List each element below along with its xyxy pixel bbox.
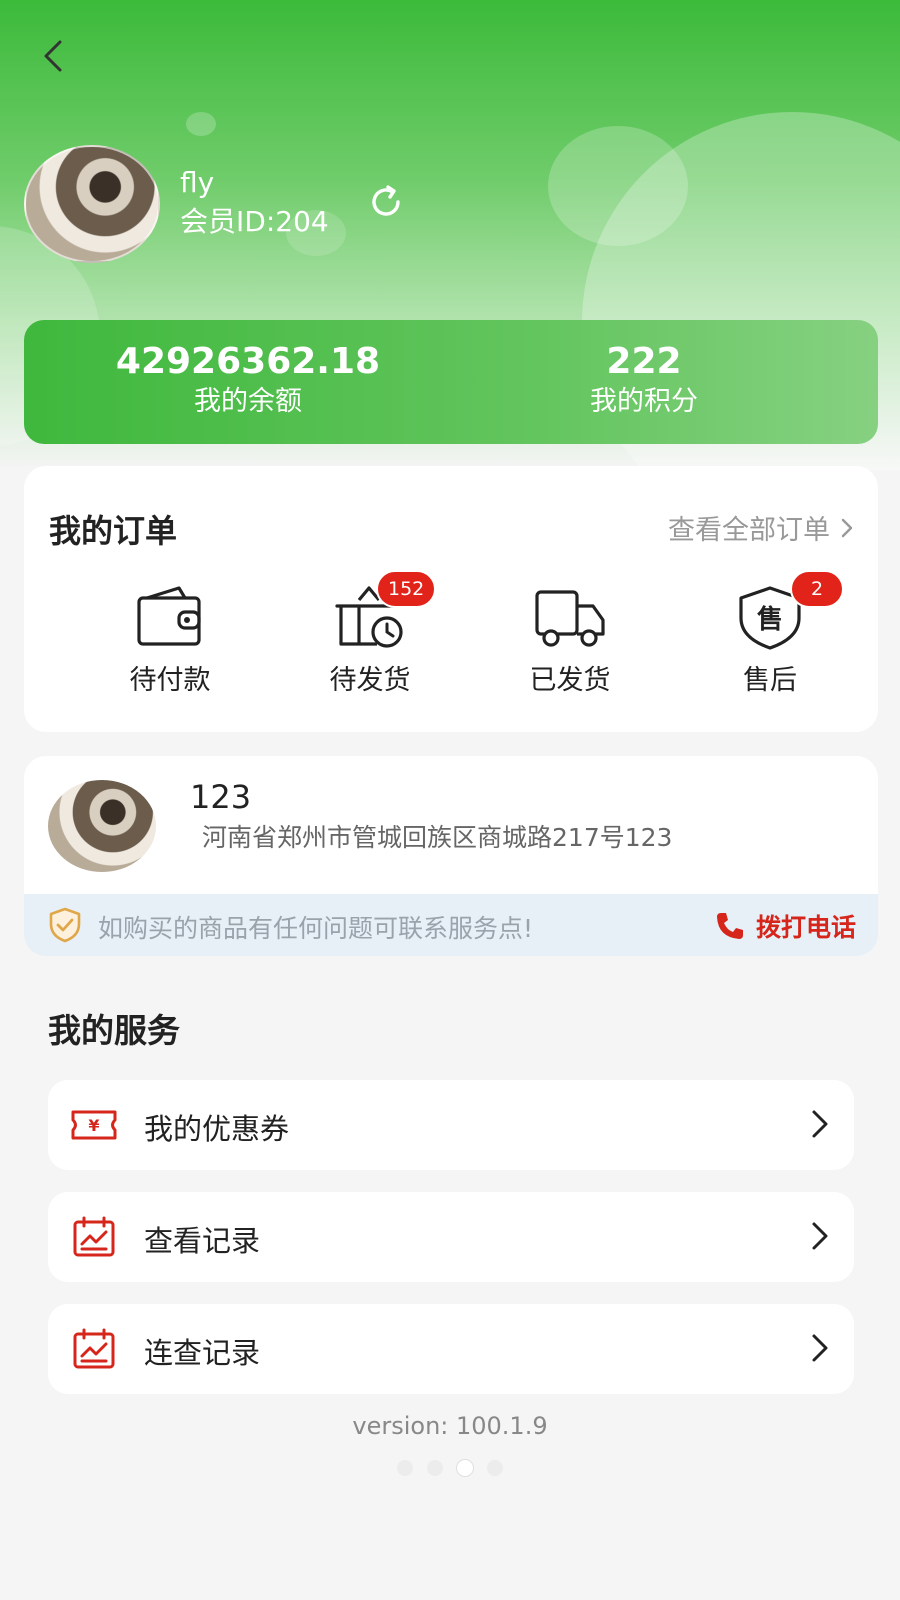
refresh-icon[interactable] [366, 182, 406, 222]
contact-notice-bar: 如购买的商品有任何问题可联系服务点! 拨打电话 [24, 894, 878, 956]
order-status-pending-shipment[interactable]: 待发货 152 [290, 570, 450, 697]
user-name: fly [180, 166, 215, 199]
shield-check-icon [49, 907, 81, 943]
service-item-label: 查看记录 [144, 1224, 261, 1258]
coupon-icon-text: ¥ [88, 1116, 99, 1135]
member-id: 会员ID:204 [180, 205, 329, 238]
points-label: 我的积分 [590, 386, 698, 417]
order-status-label: 待发货 [329, 665, 411, 696]
truck-icon [535, 590, 605, 647]
contact-notice-text: 如购买的商品有任何问题可联系服务点! [98, 914, 534, 943]
chevron-right-icon [812, 1222, 828, 1250]
page-indicator [0, 1460, 900, 1476]
app-version: version: 100.1.9 [352, 1412, 548, 1440]
balance-label: 我的余额 [194, 386, 302, 417]
service-point-address: 河南省郑州市管城回族区商城路217号123 [202, 823, 673, 852]
page-dot[interactable] [487, 1460, 503, 1476]
orders-title: 我的订单 [49, 512, 178, 550]
chevron-right-icon [812, 1334, 828, 1362]
call-phone-button[interactable]: 拨打电话 [714, 908, 856, 944]
points-stat[interactable]: 222 我的积分 [444, 342, 844, 422]
service-item-consecutive-records[interactable]: 连查记录 [48, 1304, 854, 1394]
call-phone-label: 拨打电话 [755, 913, 856, 942]
order-status-label: 已发货 [529, 665, 611, 696]
order-status-shipped[interactable]: 已发货 [490, 586, 650, 697]
page-dot-active[interactable] [457, 1460, 473, 1476]
service-item-label: 我的优惠券 [144, 1112, 290, 1146]
order-status-label: 售后 [743, 665, 797, 696]
view-all-orders-label: 查看全部订单 [668, 515, 830, 546]
after-sales-icon-text: 售 [757, 604, 783, 635]
after-sales-count-badge: 2 [790, 570, 844, 608]
wallet-icon [137, 586, 201, 646]
chevron-right-icon [812, 1110, 828, 1138]
back-arrow-icon[interactable] [36, 36, 76, 76]
coupon-icon: ¥ [71, 1110, 117, 1140]
my-services-title: 我的服务 [48, 1011, 180, 1050]
service-point-name: 123 [190, 778, 252, 816]
balance-stat[interactable]: 42926362.18 我的余额 [48, 342, 448, 422]
account-stats-card: 42926362.18 我的余额 222 我的积分 [24, 320, 878, 444]
service-item-coupons[interactable]: ¥ 我的优惠券 [48, 1080, 854, 1170]
page-dot[interactable] [397, 1460, 413, 1476]
service-item-view-records[interactable]: 查看记录 [48, 1192, 854, 1282]
points-value: 222 [606, 341, 682, 382]
my-orders-card: 我的订单 查看全部订单 待付款 待发货 152 已发货 售 售后 2 [24, 466, 878, 732]
view-all-orders-link[interactable]: 查看全部订单 [668, 508, 854, 547]
service-item-label: 连查记录 [144, 1336, 261, 1370]
user-avatar[interactable] [24, 145, 160, 263]
chevron-right-icon [841, 518, 853, 537]
page-dot[interactable] [427, 1460, 443, 1476]
order-status-pending-payment[interactable]: 待付款 [90, 586, 250, 697]
phone-icon [716, 913, 743, 939]
order-status-label: 待付款 [129, 665, 211, 696]
pending-shipment-count-badge: 152 [376, 570, 437, 608]
order-status-after-sales[interactable]: 售 售后 2 [690, 570, 850, 697]
service-point-card[interactable]: 123 河南省郑州市管城回族区商城路217号123 [24, 756, 878, 894]
service-point-avatar [48, 780, 156, 872]
decorative-bubble [186, 112, 216, 136]
balance-value: 42926362.18 [115, 341, 381, 382]
record-calendar-icon [73, 1216, 115, 1257]
record-calendar-icon [73, 1328, 115, 1369]
